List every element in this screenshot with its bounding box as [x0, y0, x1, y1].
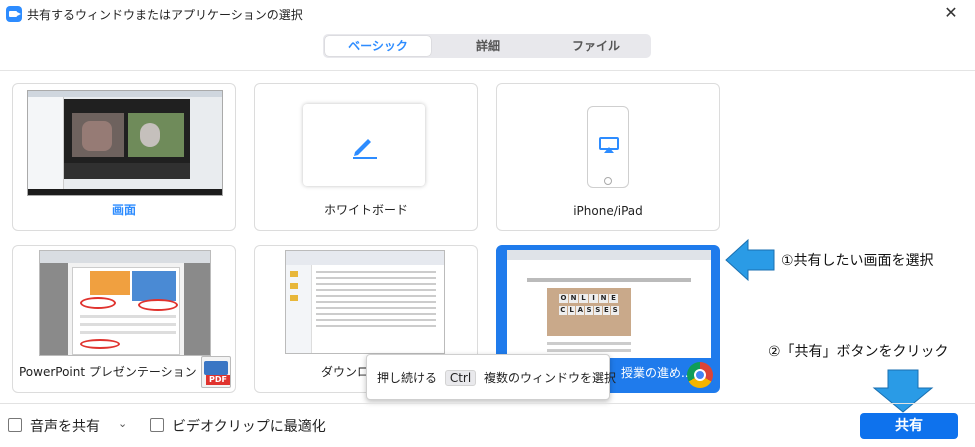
- optimize-video-label: ビデオクリップに最適化: [172, 419, 326, 435]
- annotation-step1: ①共有したい画面を選択: [781, 253, 934, 269]
- tooltip-prefix: 押し続ける: [377, 371, 438, 385]
- whiteboard-preview: [303, 104, 425, 186]
- card-label-screen: 画面: [111, 203, 136, 217]
- window-title: 共有するウィンドウまたはアプリケーションの選択: [27, 8, 303, 22]
- annotation-step2: ②「共有」ボタンをクリック: [768, 344, 949, 360]
- title-bar: 共有するウィンドウまたはアプリケーションの選択 ✕: [0, 0, 975, 28]
- powerpoint-thumbnail: [39, 250, 211, 356]
- card-label-iphone: iPhone/iPad: [573, 204, 643, 218]
- card-label-whiteboard: ホワイトボード: [323, 203, 408, 217]
- zoom-camera-icon: [6, 6, 22, 22]
- airplay-icon: [599, 137, 619, 153]
- chrome-thumbnail: O N L I N E C L A S S E S: [507, 250, 711, 358]
- tab-basic[interactable]: ベーシック: [325, 36, 431, 56]
- online-classes-tiles: O N L I N E C L A S S E S: [559, 294, 620, 315]
- close-icon[interactable]: ✕: [941, 3, 961, 22]
- chevron-down-icon[interactable]: ⌄: [118, 417, 127, 430]
- share-option-whiteboard[interactable]: ホワイトボード: [254, 83, 478, 231]
- pdf-badge: PDF: [206, 375, 230, 385]
- share-button[interactable]: 共有: [860, 413, 958, 439]
- share-option-screen[interactable]: 画面: [12, 83, 236, 231]
- phone-preview: [587, 106, 629, 188]
- share-option-powerpoint[interactable]: PowerPoint プレゼンテーション - P... PDF: [12, 245, 236, 393]
- share-option-iphone[interactable]: iPhone/iPad: [496, 83, 720, 231]
- tab-files[interactable]: ファイル: [543, 36, 649, 56]
- downloads-thumbnail: [285, 250, 445, 354]
- share-audio-label: 音声を共有: [30, 419, 100, 435]
- share-audio-checkbox[interactable]: [8, 418, 22, 432]
- pen-icon: [353, 139, 377, 159]
- multi-select-tooltip: 押し続ける Ctrl 複数のウィンドウを選択 ×: [366, 354, 616, 400]
- tab-advanced[interactable]: 詳細: [435, 36, 541, 56]
- ctrl-key: Ctrl: [444, 370, 477, 386]
- screen-thumbnail: [27, 90, 223, 196]
- left-arrow-annotation: [725, 238, 775, 282]
- footer-divider: [0, 403, 975, 404]
- card-label-powerpoint: PowerPoint プレゼンテーション - P...: [19, 365, 205, 379]
- chrome-icon: [687, 362, 713, 388]
- tab-bar: ベーシック 詳細 ファイル: [323, 34, 651, 58]
- down-arrow-annotation: [872, 369, 934, 413]
- optimize-video-checkbox[interactable]: [150, 418, 164, 432]
- pdf-file-icon: PDF: [201, 356, 231, 388]
- tooltip-close-icon[interactable]: ×: [593, 369, 603, 383]
- header-divider: [0, 70, 975, 71]
